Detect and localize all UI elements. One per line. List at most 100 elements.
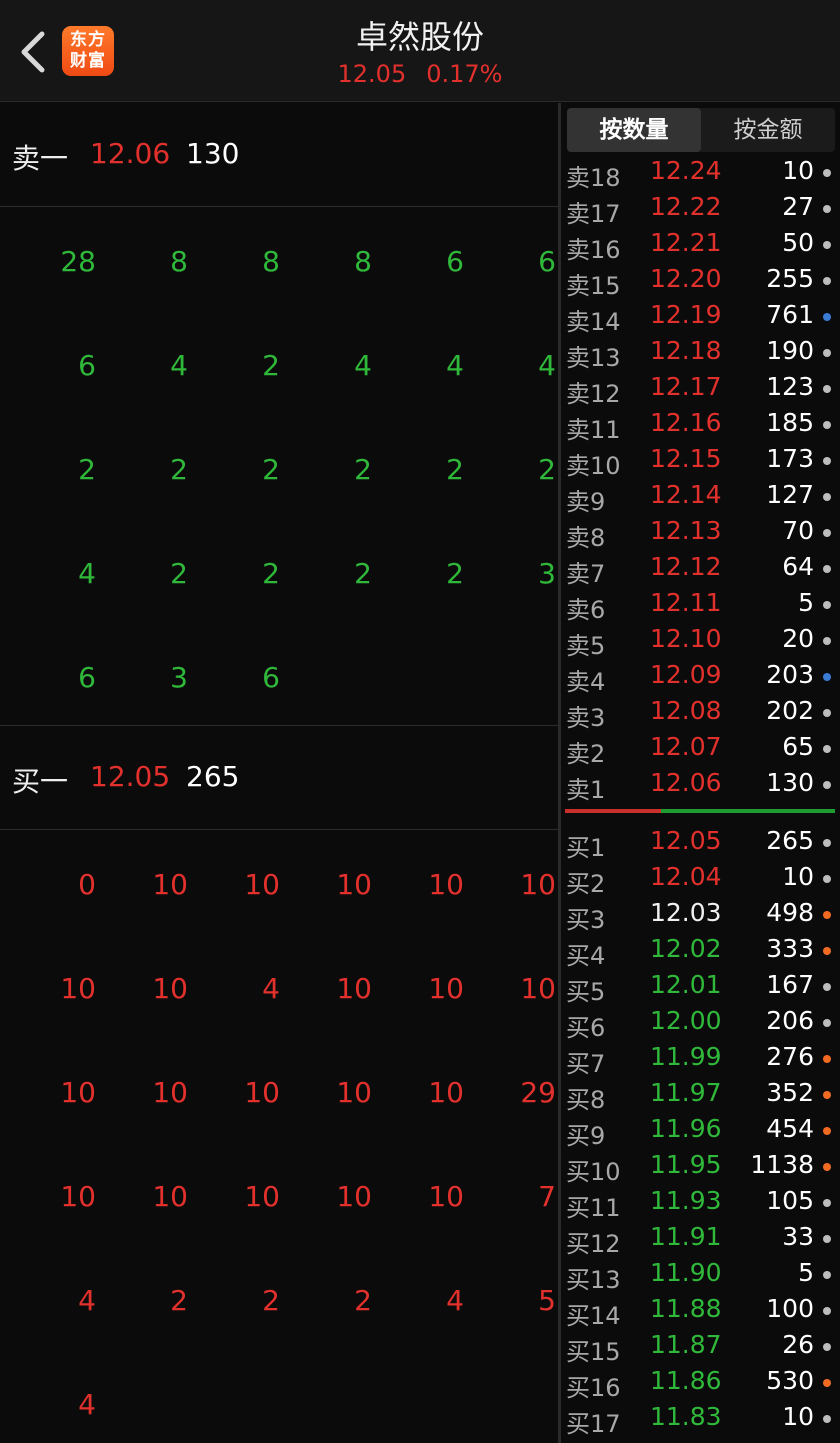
bid-level-row[interactable]: 买15 11.87 26 <box>561 1329 840 1366</box>
bid-level-price: 12.03 <box>650 898 722 927</box>
bid-level-price: 11.90 <box>650 1258 722 1287</box>
bid-level-volume: 333 <box>766 934 814 963</box>
ask-level-volume: 20 <box>782 624 814 653</box>
queue-order-volume: 4 <box>354 349 372 382</box>
queue-order-volume: 2 <box>446 453 464 486</box>
ask1-volume: 130 <box>186 137 240 170</box>
ask-level-row[interactable]: 卖13 12.18 190 <box>561 335 840 372</box>
ask-level-row[interactable]: 卖16 12.21 50 <box>561 227 840 264</box>
indicator-dot-icon <box>823 277 831 285</box>
stock-name-title: 卓然股份 <box>355 18 484 56</box>
queue-order-volume: 2 <box>262 349 280 382</box>
tab-by-volume[interactable]: 按数量 <box>567 108 701 152</box>
queue-order-volume: 10 <box>60 972 96 1005</box>
indicator-dot-icon <box>823 875 831 883</box>
ask-level-row[interactable]: 卖14 12.19 761 <box>561 299 840 336</box>
queue-order-volume: 0 <box>78 868 96 901</box>
queue-order-volume: 4 <box>446 349 464 382</box>
indicator-dot-icon <box>823 745 831 753</box>
queue-order-volume: 2 <box>170 1284 188 1317</box>
change-percent: 0.17% <box>426 60 503 88</box>
queue-order-volume: 4 <box>262 972 280 1005</box>
bid-level-row[interactable]: 买1 12.05 265 <box>561 825 840 862</box>
ask-level-row[interactable]: 卖15 12.20 255 <box>561 263 840 300</box>
indicator-dot-icon <box>823 911 831 919</box>
queue-order-volume: 2 <box>538 453 556 486</box>
ask-level-volume: 65 <box>782 732 814 761</box>
queue-order-volume: 3 <box>538 557 556 590</box>
bid-level-row[interactable]: 买13 11.90 5 <box>561 1257 840 1294</box>
queue-order-volume: 10 <box>520 972 556 1005</box>
ask-level-row[interactable]: 卖6 12.11 5 <box>561 587 840 624</box>
ask-level-row[interactable]: 卖7 12.12 64 <box>561 551 840 588</box>
queue-order-volume: 10 <box>152 868 188 901</box>
queue-order-volume: 2 <box>262 453 280 486</box>
tab-by-amount[interactable]: 按金额 <box>701 108 835 152</box>
bid-level-row[interactable]: 买11 11.93 105 <box>561 1185 840 1222</box>
queue-order-volume: 7 <box>538 1180 556 1213</box>
bid-level-volume: 276 <box>766 1042 814 1071</box>
bid-level-row[interactable]: 买9 11.96 454 <box>561 1113 840 1150</box>
bid-level-row[interactable]: 买16 11.86 530 <box>561 1365 840 1402</box>
app-header: 东方 财富 卓然股份 12.05 0.17% <box>0 0 840 102</box>
bid-level-row[interactable]: 买17 11.83 10 <box>561 1401 840 1438</box>
bid-level-row[interactable]: 买12 11.91 33 <box>561 1221 840 1258</box>
queue-order-volume: 2 <box>170 453 188 486</box>
indicator-dot-icon <box>823 1235 831 1243</box>
ask-level-row[interactable]: 卖1 12.06 130 <box>561 767 840 804</box>
bid-level-row[interactable]: 买3 12.03 498 <box>561 897 840 934</box>
ask-level-price: 12.07 <box>650 732 722 761</box>
ask-level-row[interactable]: 卖8 12.13 70 <box>561 515 840 552</box>
ratio-bar-buy <box>661 809 835 813</box>
bid-level-label: 买2 <box>566 870 606 898</box>
bid-level-label: 买4 <box>566 942 606 970</box>
ask-level-label: 卖8 <box>566 524 606 552</box>
bid-level-row[interactable]: 买5 12.01 167 <box>561 969 840 1006</box>
order-book-panel: 按数量 按金额 卖18 12.24 10 卖17 12.22 27 卖16 12.21 50 卖1… <box>561 103 840 1443</box>
ask-level-row[interactable]: 卖2 12.07 65 <box>561 731 840 768</box>
ask-level-row[interactable]: 卖12 12.17 123 <box>561 371 840 408</box>
queue-order-volume: 10 <box>520 868 556 901</box>
queue-order-volume: 4 <box>78 1284 96 1317</box>
ask-level-row[interactable]: 卖11 12.16 185 <box>561 407 840 444</box>
bid-level-row[interactable]: 买4 12.02 333 <box>561 933 840 970</box>
queue-order-volume: 6 <box>446 245 464 278</box>
bid-level-label: 买6 <box>566 1014 606 1042</box>
ask-level-row[interactable]: 卖18 12.24 10 <box>561 155 840 192</box>
ask-level-row[interactable]: 卖5 12.10 20 <box>561 623 840 660</box>
queue-order-volume: 2 <box>170 557 188 590</box>
ask-level-volume: 10 <box>782 156 814 185</box>
indicator-dot-icon <box>823 1163 831 1171</box>
queue-order-volume: 2 <box>446 557 464 590</box>
bid-level-volume: 454 <box>766 1114 814 1143</box>
bid-level-row[interactable]: 买8 11.97 352 <box>561 1077 840 1114</box>
bid-level-row[interactable]: 买6 12.00 206 <box>561 1005 840 1042</box>
indicator-dot-icon <box>823 421 831 429</box>
ask-level-row[interactable]: 卖17 12.22 27 <box>561 191 840 228</box>
indicator-dot-icon <box>823 313 831 321</box>
ask-level-row[interactable]: 卖10 12.15 173 <box>561 443 840 480</box>
bid-level-row[interactable]: 买14 11.88 100 <box>561 1293 840 1330</box>
indicator-dot-icon <box>823 1091 831 1099</box>
bid-level-row[interactable]: 买2 12.04 10 <box>561 861 840 898</box>
order-book-tabs: 按数量 按金额 <box>567 108 835 152</box>
ask-level-volume: 173 <box>766 444 814 473</box>
bid-level-volume: 10 <box>782 1402 814 1431</box>
ask-level-row[interactable]: 卖4 12.09 203 <box>561 659 840 696</box>
queue-order-volume: 3 <box>170 661 188 694</box>
ask-level-label: 卖6 <box>566 596 606 624</box>
ask-level-row[interactable]: 卖3 12.08 202 <box>561 695 840 732</box>
bid1-header: 买一 12.05 265 <box>0 726 558 830</box>
queue-order-volume: 4 <box>78 557 96 590</box>
queue-order-volume: 10 <box>428 868 464 901</box>
bid-level-price: 11.93 <box>650 1186 722 1215</box>
bid-level-row[interactable]: 买10 11.95 1138 <box>561 1149 840 1186</box>
bid-level-row[interactable]: 买7 11.99 276 <box>561 1041 840 1078</box>
bid-level-price: 11.97 <box>650 1078 722 1107</box>
queue-detail-panel: 卖一 12.06 130 28 8 8 8 6 6 6 4 2 4 4 4 2 2 2 2 2 2 4 2 2 2 2 3 6 3… <box>0 103 558 1443</box>
ask-level-label: 卖13 <box>566 344 621 372</box>
queue-order-volume: 4 <box>446 1284 464 1317</box>
indicator-dot-icon <box>823 1199 831 1207</box>
ask-level-row[interactable]: 卖9 12.14 127 <box>561 479 840 516</box>
bid-level-label: 买10 <box>566 1158 621 1186</box>
